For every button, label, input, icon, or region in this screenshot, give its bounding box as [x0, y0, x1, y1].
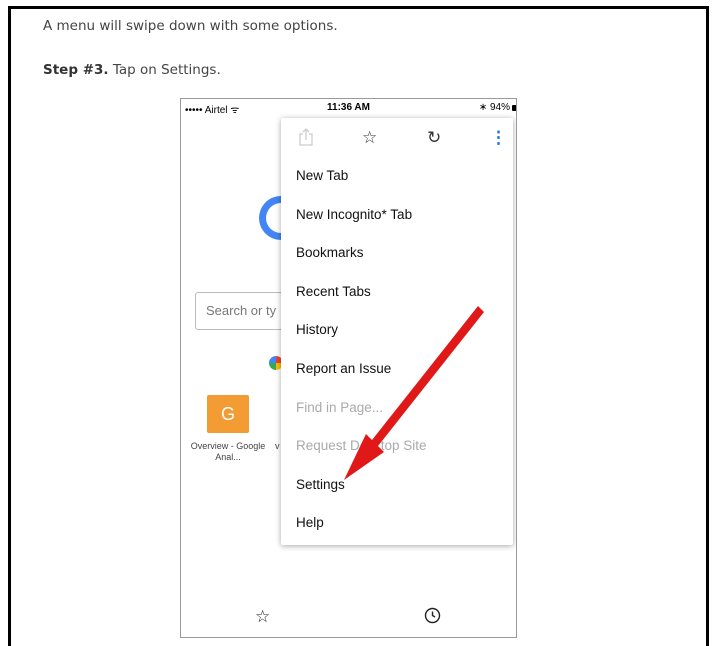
red-arrow-annotation: [344, 306, 484, 480]
